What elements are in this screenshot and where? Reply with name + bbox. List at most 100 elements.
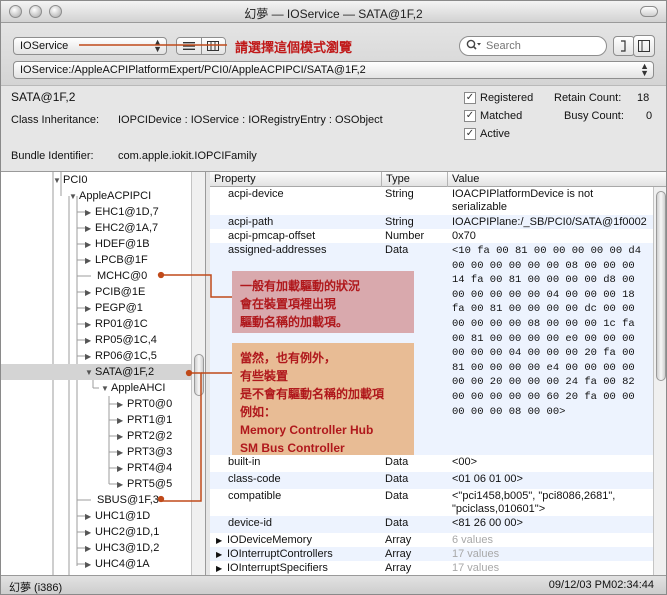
toolbar-toggle-button[interactable] — [640, 6, 658, 17]
tree-item[interactable]: ▶ PRT3@3 — [1, 444, 191, 460]
tree-item[interactable]: SBUS@1F,3 — [1, 492, 191, 508]
property-name: assigned-addresses — [228, 244, 327, 256]
tree-item[interactable]: ▼ AppleAHCI — [1, 380, 191, 396]
tree-item[interactable]: ▶ LPCB@1F — [1, 252, 191, 268]
tree-item[interactable]: ▶ RP05@1C,4 — [1, 332, 191, 348]
disclosure-collapsed-icon[interactable]: ▶ — [85, 240, 95, 249]
property-value: <81 26 00 00> — [452, 517, 523, 529]
tree-item[interactable]: ▶ PRT2@2 — [1, 428, 191, 444]
disclosure-collapsed-icon[interactable]: ▶ — [85, 304, 95, 313]
registry-tree[interactable]: ▼ PCI0 ▼ AppleACPIPCI ▶ EHC1@1D,7 ▶ EHC2@1A,7 ▶ H… — [1, 172, 206, 576]
plane-popup[interactable]: IOService ▲ ▼ — [13, 37, 167, 55]
property-type: Data — [385, 473, 409, 485]
tree-item[interactable]: ▶ PRT5@5 — [1, 476, 191, 492]
table-row[interactable]: built-in Data <00> — [210, 455, 653, 472]
registered-checkbox[interactable]: ✓ Registered — [464, 92, 533, 104]
matched-checkbox[interactable]: ✓ Matched — [464, 110, 522, 122]
disclosure-collapsed-icon[interactable]: ▶ — [85, 320, 95, 329]
inspector-toggle-button[interactable] — [633, 35, 655, 57]
disclosure-collapsed-icon[interactable]: ▶ — [85, 544, 95, 553]
tree-item[interactable]: ▼ SATA@1F,2 — [1, 364, 191, 380]
table-row[interactable]: acpi-pmcap-offset Number 0x70 — [210, 229, 653, 243]
checkbox-icon: ✓ — [464, 92, 476, 104]
retain-count-label: Retain Count: — [554, 92, 622, 104]
disclosure-collapsed-icon[interactable]: ▶ — [85, 208, 95, 217]
tree-item[interactable]: ▼ AppleACPIPCI — [1, 188, 191, 204]
tree-item[interactable]: ▶ UHC1@1D — [1, 508, 191, 524]
property-value: 6 values — [452, 534, 493, 546]
tree-item[interactable]: ▶ PRT4@4 — [1, 460, 191, 476]
search-field[interactable] — [459, 36, 607, 56]
property-value: 0x70 — [452, 230, 476, 242]
disclosure-collapsed-icon[interactable]: ▶ — [85, 336, 95, 345]
table-row[interactable]: acpi-path String IOACPIPlane:/_SB/PCI0/SAT… — [210, 215, 653, 229]
table-row[interactable]: class-code Data <01 06 01 00> — [210, 472, 653, 489]
table-row[interactable]: ▶ IODeviceMemory Array 6 values — [210, 533, 653, 547]
tree-item-label: PRT0@0 — [127, 398, 173, 410]
table-scrollbar-thumb[interactable] — [656, 191, 666, 381]
disclosure-collapsed-icon[interactable]: ▶ — [85, 512, 95, 521]
disclosure-collapsed-icon[interactable]: ▶ — [85, 224, 95, 233]
tree-scrollbar[interactable] — [191, 172, 205, 576]
property-type: String — [385, 188, 414, 200]
disclosure-collapsed-icon[interactable]: ▶ — [85, 560, 95, 569]
disclosure-collapsed-icon[interactable]: ▶ — [117, 400, 127, 409]
tree-item[interactable]: ▶ PRT0@0 — [1, 396, 191, 412]
tree-item[interactable]: ▶ RP01@1C — [1, 316, 191, 332]
property-value: <00> — [452, 456, 478, 468]
list-view-icon[interactable] — [177, 38, 201, 54]
view-mode-segmented-control[interactable] — [176, 37, 226, 55]
column-view-icon[interactable] — [200, 38, 225, 54]
tree-item[interactable]: ▶ PCIB@1E — [1, 284, 191, 300]
table-row[interactable]: ▶ IOInterruptSpecifiers Array 17 values — [210, 561, 653, 576]
disclosure-collapsed-icon[interactable]: ▶ — [117, 416, 127, 425]
property-type: Array — [385, 562, 412, 574]
disclosure-collapsed-icon[interactable]: ▶ — [85, 352, 95, 361]
callout-line: 例如： — [240, 405, 277, 419]
column-header-property[interactable]: Property — [214, 173, 256, 185]
disclosure-collapsed-icon[interactable]: ▶ — [117, 464, 127, 473]
tree-item[interactable]: MCHC@0 — [1, 268, 191, 284]
disclosure-collapsed-icon[interactable]: ▶ — [117, 480, 127, 489]
bundle-identifier-label: Bundle Identifier: — [11, 150, 94, 162]
tree-item[interactable]: ▼ PCI0 — [1, 172, 191, 188]
disclosure-expanded-icon[interactable]: ▼ — [69, 192, 79, 201]
tree-item[interactable]: ▶ PRT1@1 — [1, 412, 191, 428]
tree-item[interactable]: ▶ UHC2@1D,1 — [1, 524, 191, 540]
table-scrollbar[interactable] — [653, 187, 666, 576]
disclosure-expanded-icon[interactable]: ▼ — [85, 368, 95, 377]
clear-search-button[interactable] — [613, 36, 635, 56]
table-row[interactable]: compatible Data <"pci1458,b005", "pci8086,… — [210, 489, 653, 516]
tree-item[interactable]: ▶ UHC3@1D,2 — [1, 540, 191, 556]
table-row[interactable]: ▶ IOInterruptControllers Array 17 values — [210, 547, 653, 561]
callout-driver-note: 一般有加載驅動的狀況 會在裝置項裡出現 驅動名稱的加載項。 — [232, 271, 414, 333]
active-checkbox[interactable]: ✓ Active — [464, 128, 510, 140]
disclosure-collapsed-icon[interactable]: ▶ — [117, 432, 127, 441]
disclosure-collapsed-icon[interactable]: ▶ — [117, 448, 127, 457]
tree-item[interactable]: ▶ EHC2@1A,7 — [1, 220, 191, 236]
disclosure-expanded-icon[interactable]: ▼ — [101, 384, 111, 393]
tree-scrollbar-thumb[interactable] — [194, 354, 204, 396]
table-row[interactable]: acpi-device String IOACPIPlatformDevice is… — [210, 187, 653, 215]
disclosure-collapsed-icon[interactable]: ▶ — [85, 288, 95, 297]
search-input[interactable] — [486, 40, 596, 52]
disclosure-collapsed-icon[interactable]: ▶ — [85, 256, 95, 265]
column-header-value[interactable]: Value — [452, 173, 479, 185]
property-value: <10 fa 00 81 00 00 00 00 00 d4 00 00 00 … — [452, 245, 642, 418]
tree-item[interactable]: ▶ EHC1@1D,7 — [1, 204, 191, 220]
tree-item[interactable]: ▶ HDEF@1B — [1, 236, 191, 252]
disclosure-collapsed-icon[interactable]: ▶ — [216, 536, 222, 545]
title-bar[interactable]: 幻夢 — IOService — SATA@1F,2 — [1, 1, 666, 23]
tree-item-label: PRT4@4 — [127, 462, 173, 474]
tree-item[interactable]: ▶ RP06@1C,5 — [1, 348, 191, 364]
column-header-type[interactable]: Type — [386, 173, 410, 185]
table-row[interactable]: device-id Data <81 26 00 00> — [210, 516, 653, 533]
tree-item[interactable]: ▶ UHC4@1A — [1, 556, 191, 572]
disclosure-collapsed-icon[interactable]: ▶ — [85, 528, 95, 537]
matched-label: Matched — [480, 110, 523, 122]
disclosure-collapsed-icon[interactable]: ▶ — [216, 550, 222, 559]
disclosure-expanded-icon[interactable]: ▼ — [53, 176, 63, 185]
tree-item[interactable]: ▶ PEGP@1 — [1, 300, 191, 316]
path-popup[interactable]: IOService:/AppleACPIPlatformExpert/PCI0/… — [13, 61, 654, 79]
disclosure-collapsed-icon[interactable]: ▶ — [216, 564, 222, 573]
